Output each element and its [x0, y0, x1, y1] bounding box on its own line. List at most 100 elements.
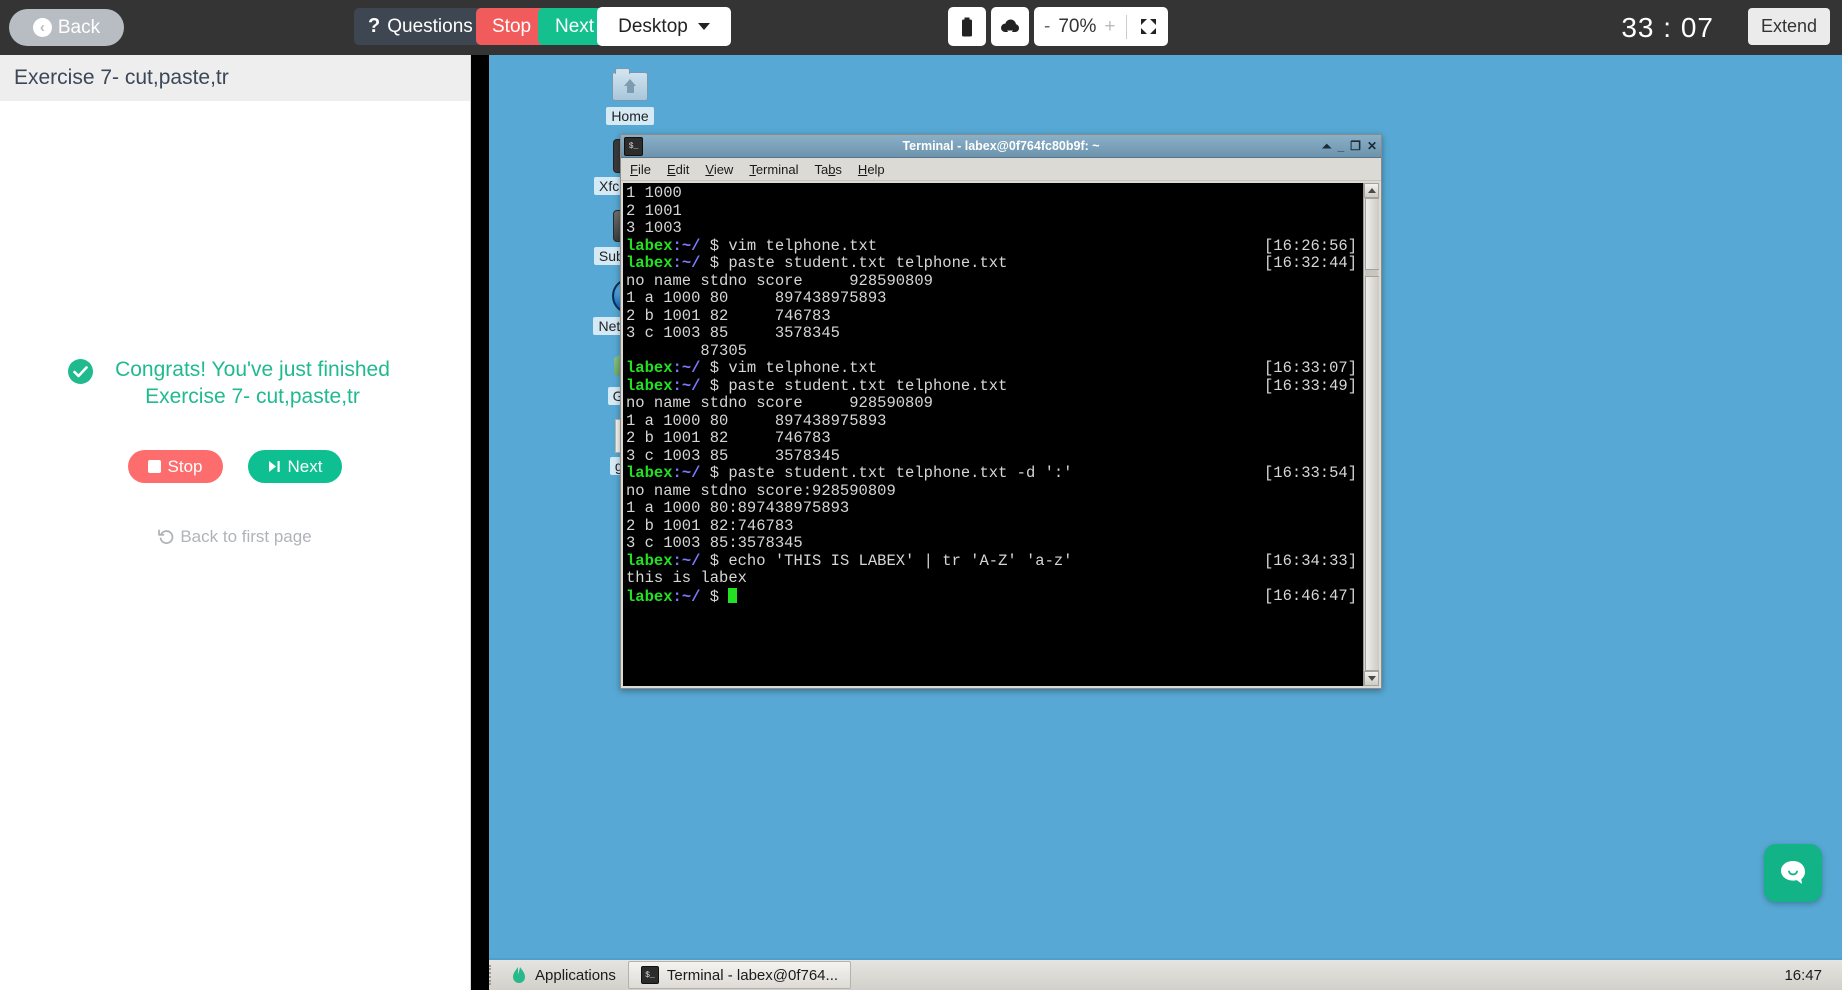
- terminal-timestamp: [16:34:33]: [1263, 551, 1357, 570]
- extend-button-label: Extend: [1760, 16, 1817, 36]
- menu-edit[interactable]: Edit: [667, 162, 689, 177]
- terminal-prompt-path: :~/: [672, 587, 701, 606]
- desktop-icon-home[interactable]: Home: [590, 67, 670, 125]
- cloud-upload-icon: [1000, 19, 1020, 35]
- terminal-timestamp: [16:33:07]: [1263, 359, 1357, 377]
- chat-support-button[interactable]: [1764, 844, 1822, 902]
- chat-bubble-icon: [1781, 861, 1805, 884]
- back-button[interactable]: ‹ Back: [9, 9, 124, 46]
- fullscreen-button[interactable]: [1136, 18, 1160, 35]
- close-icon[interactable]: ✕: [1367, 140, 1377, 152]
- terminal-line: labex:~/ $ paste student.txt telphone.tx…: [626, 464, 1363, 483]
- terminal-prompt-sign: $: [700, 236, 729, 255]
- instruction-body: Congrats! You've just finished Exercise …: [0, 101, 470, 990]
- terminal-timestamp: [16:26:56]: [1263, 236, 1357, 255]
- minimize-icon[interactable]: _: [1337, 140, 1344, 152]
- terminal-line: 1 1000: [626, 184, 1363, 203]
- taskbar-window-button[interactable]: $_ Terminal - labex@0f764...: [627, 961, 852, 989]
- terminal-line: labex:~/ $ paste student.txt telphone.tx…: [626, 254, 1363, 273]
- menu-view[interactable]: View: [705, 162, 733, 177]
- menu-tabs[interactable]: Tabs: [814, 162, 841, 177]
- panel-next-button[interactable]: Next: [247, 450, 343, 483]
- terminal-line: labex:~/ $ vim telphone.txt [16:33:07]: [626, 359, 1363, 378]
- xfce-mouse-icon: [511, 966, 527, 984]
- scrollbar-track[interactable]: [1365, 198, 1379, 671]
- congratulations-block: Congrats! You've just finished Exercise …: [45, 356, 425, 410]
- vm-viewport[interactable]: Home $_ Xfce Ter... S Sublime... NetSurf…: [471, 55, 1842, 990]
- stop-button[interactable]: Stop: [476, 8, 548, 45]
- terminal-output-text: 1 a 1000 80 897438975893: [626, 289, 887, 307]
- zoom-level-value: 70%: [1058, 15, 1097, 37]
- terminal-output-text: 3 c 1003 85 3578345: [626, 446, 840, 465]
- upload-button[interactable]: [991, 7, 1029, 46]
- terminal-prompt-path: :~/: [672, 359, 701, 377]
- terminal-cursor: [728, 587, 738, 603]
- panel-grip[interactable]: [489, 965, 495, 985]
- maximize-icon[interactable]: ❐: [1350, 140, 1361, 152]
- extend-button[interactable]: Extend: [1747, 8, 1830, 45]
- terminal-window[interactable]: $ _ Terminal - labex@0f764fc80b9f: ~ ⏶ _ …: [620, 134, 1382, 689]
- terminal-line: this is labex: [626, 569, 1363, 588]
- terminal-scrollbar[interactable]: [1363, 183, 1379, 686]
- congrats-line-2: Exercise 7- cut,paste,tr: [145, 385, 360, 408]
- terminal-prompt-sign: $: [700, 359, 729, 377]
- stop-button-label: Stop: [492, 15, 532, 37]
- terminal-output-text: no name stdno score 928590809: [626, 271, 933, 290]
- scrollbar-thumb[interactable]: [1365, 276, 1379, 671]
- terminal-output[interactable]: 1 1000 2 1001 3 1003 labex:~/ $ vim telphon…: [623, 183, 1363, 686]
- terminal-line: 2 1001: [626, 201, 1363, 221]
- instruction-panel: Exercise 7- cut,paste,tr Congrats! You'v…: [0, 55, 471, 990]
- terminal-command: echo 'THIS IS LABEX' | tr 'A-Z' 'a-z': [728, 551, 1073, 570]
- clipboard-icon: [962, 17, 972, 36]
- scrollbar-thumb-top[interactable]: [1365, 198, 1379, 270]
- terminal-output-text: 1 1000: [626, 184, 682, 202]
- terminal-prompt-path: :~/: [672, 376, 701, 395]
- zoom-in-button[interactable]: +: [1102, 16, 1117, 38]
- terminal-output-text: no name stdno score:928590809: [626, 481, 896, 500]
- terminal-prompt-sign: $: [700, 587, 729, 606]
- terminal-output-text: 3 1003: [626, 219, 682, 237]
- zoom-out-button[interactable]: -: [1042, 16, 1052, 38]
- applications-menu-button[interactable]: Applications: [501, 961, 628, 989]
- scroll-up-arrow-icon[interactable]: [1364, 183, 1379, 198]
- menu-help[interactable]: Help: [858, 162, 885, 177]
- scroll-down-arrow-icon[interactable]: [1364, 671, 1379, 686]
- terminal-output-text: 2 1001: [626, 201, 682, 220]
- menu-file[interactable]: File: [630, 162, 651, 177]
- toolbar-center-group: - 70% +: [948, 7, 1169, 46]
- clipboard-button[interactable]: [948, 7, 986, 46]
- terminal-line: 2 b 1001 82:746783: [626, 516, 1363, 536]
- terminal-line: labex:~/ $ [16:46:47]: [626, 587, 1363, 606]
- terminal-output-text: this is labex: [626, 569, 747, 587]
- xfce-taskbar: Applications $_ Terminal - labex@0f764..…: [489, 958, 1842, 990]
- terminal-screen[interactable]: 1 1000 2 1001 3 1003 labex:~/ $ vim telphon…: [623, 183, 1379, 686]
- undo-arrow-icon: [158, 529, 174, 544]
- terminal-output-text: 1 a 1000 80:897438975893: [626, 499, 850, 517]
- terminal-prompt-path: :~/: [672, 464, 701, 482]
- back-to-first-page-label: Back to first page: [180, 527, 312, 546]
- questions-button[interactable]: ? Questions: [354, 8, 487, 45]
- congrats-line-1: Congrats! You've just finished: [115, 358, 390, 381]
- terminal-line: labex:~/ $ echo 'THIS IS LABEX' | tr 'A-…: [626, 551, 1363, 571]
- action-button-row: Stop Next: [127, 450, 343, 483]
- stop-square-icon: [147, 460, 161, 473]
- menu-terminal[interactable]: Terminal: [749, 162, 798, 177]
- panel-stop-button[interactable]: Stop: [127, 450, 223, 483]
- terminal-timestamp: [16:33:49]: [1263, 376, 1357, 395]
- xfce-desktop[interactable]: Home $_ Xfce Ter... S Sublime... NetSurf…: [489, 55, 1842, 990]
- terminal-line: no name stdno score:928590809: [626, 481, 1363, 501]
- panel-stop-label: Stop: [167, 456, 203, 476]
- desktop-selector[interactable]: Desktop: [597, 7, 731, 46]
- terminal-line: 3 c 1003 85:3578345: [626, 534, 1363, 553]
- fullscreen-expand-icon: [1140, 19, 1156, 34]
- terminal-prompt-sign: $: [700, 376, 729, 395]
- terminal-output-text: 2 b 1001 82:746783: [626, 516, 794, 535]
- terminal-titlebar[interactable]: $_ Terminal - labex@0f764fc80b9f: ~ ⏶ _ …: [621, 135, 1381, 158]
- exercise-title-header: Exercise 7- cut,paste,tr: [0, 55, 470, 101]
- back-to-first-page-link[interactable]: Back to first page: [158, 527, 312, 547]
- terminal-command: vim telphone.txt: [728, 359, 878, 377]
- terminal-timestamp: [16:32:44]: [1263, 254, 1357, 272]
- shade-icon[interactable]: ⏶: [1322, 140, 1332, 152]
- terminal-line: 87305: [626, 342, 1363, 361]
- terminal-prompt-path: :~/: [672, 236, 701, 255]
